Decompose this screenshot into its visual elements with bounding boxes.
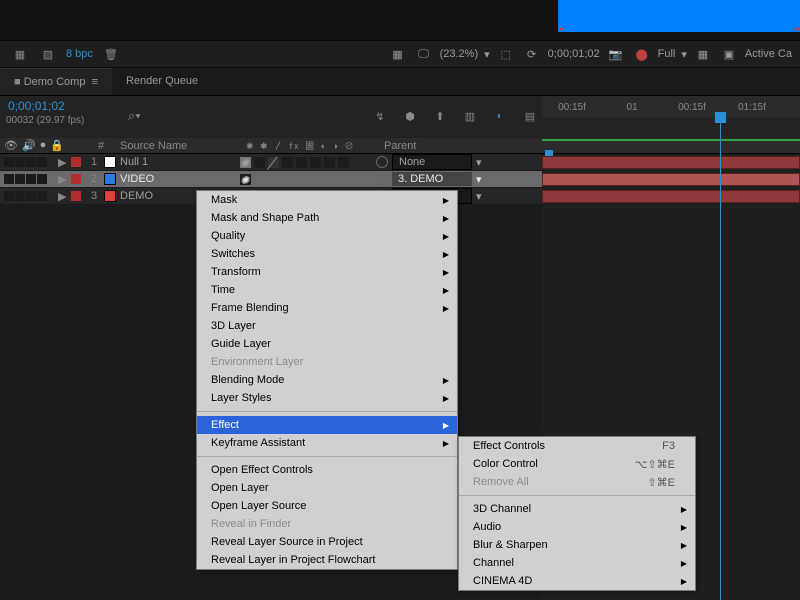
menu-item-reveal-layer-in-project-flowchart[interactable]: Reveal Layer in Project Flowchart bbox=[197, 551, 457, 569]
trash-icon[interactable]: 🗑 bbox=[101, 44, 121, 64]
menu-item-color-control[interactable]: Color Control⌥⇧⌘E bbox=[459, 455, 695, 473]
menu-item-layer-styles[interactable]: Layer Styles bbox=[197, 389, 457, 407]
menu-item-3d-channel[interactable]: 3D Channel bbox=[459, 500, 695, 518]
layer-color-swatch bbox=[104, 190, 116, 202]
layer-name[interactable]: Null 1 bbox=[120, 156, 240, 168]
playhead[interactable] bbox=[720, 118, 721, 600]
frame-blend-icon[interactable]: ▥ bbox=[460, 106, 480, 126]
shy-icon[interactable]: ⬆ bbox=[430, 106, 450, 126]
menu-item-open-layer[interactable]: Open Layer bbox=[197, 479, 457, 497]
speaker-icon: 🔊 bbox=[22, 139, 36, 152]
menu-item-quality[interactable]: Quality bbox=[197, 227, 457, 245]
view-icon[interactable]: ▦ bbox=[693, 44, 713, 64]
work-area-start[interactable] bbox=[545, 150, 553, 156]
timecode-display[interactable]: 0;00;01;02 bbox=[548, 48, 600, 60]
layer-row-2[interactable]: ▶ 2 VIDEO ✺ 3. DEMO▾ bbox=[0, 171, 542, 188]
bin-icon[interactable]: ▦ bbox=[10, 44, 30, 64]
parent-dropdown[interactable]: 3. DEMO bbox=[392, 172, 472, 186]
timeline-tools: ↯ ⬢ ⬆ ▥ ◐ ▤ bbox=[370, 106, 540, 126]
footer-toolbar: ▦ ▧ 8 bpc 🗑 ▦ 🖵 (23.2%) ▾ ⬚ ⟳ 0;00;01;02… bbox=[0, 40, 800, 68]
monitor-icon[interactable]: 🖵 bbox=[414, 44, 434, 64]
col-switches: ✺ ✱ 〳 fx 圕 ◐ ◑ ⊘ bbox=[246, 139, 384, 152]
comp-mini-icon[interactable]: ↯ bbox=[370, 106, 390, 126]
cached-frames-indicator bbox=[542, 139, 800, 141]
layer-bar-1[interactable] bbox=[542, 156, 800, 169]
preview-area bbox=[0, 0, 800, 40]
layer-bar-3[interactable] bbox=[542, 190, 800, 203]
menu-item-reveal-layer-source-in-project[interactable]: Reveal Layer Source in Project bbox=[197, 533, 457, 551]
menu-item-channel[interactable]: Channel bbox=[459, 554, 695, 572]
layer-row-1[interactable]: ▶ 1 Null 1 ✺╱ None▾ bbox=[0, 154, 542, 171]
menu-item-guide-layer[interactable]: Guide Layer bbox=[197, 335, 457, 353]
menu-item-mask-and-shape-path[interactable]: Mask and Shape Path bbox=[197, 209, 457, 227]
col-parent[interactable]: Parent bbox=[384, 140, 534, 152]
bpc-toggle[interactable]: 8 bpc bbox=[66, 48, 93, 60]
eye-icon: 👁 bbox=[4, 139, 18, 152]
draft3d-icon[interactable]: ⬢ bbox=[400, 106, 420, 126]
motion-blur-icon[interactable]: ◐ bbox=[490, 106, 510, 126]
layer-name[interactable]: VIDEO bbox=[120, 173, 240, 185]
menu-item-blur-sharpen[interactable]: Blur & Sharpen bbox=[459, 536, 695, 554]
time-ruler[interactable]: 00:15f0100:15f01:15f bbox=[542, 96, 800, 118]
graph-icon[interactable]: ▤ bbox=[520, 106, 540, 126]
layer-color-swatch bbox=[104, 173, 116, 185]
menu-item-cinema-4d[interactable]: CINEMA 4D bbox=[459, 572, 695, 590]
menu-item-environment-layer: Environment Layer bbox=[197, 353, 457, 371]
menu-item-blending-mode[interactable]: Blending Mode bbox=[197, 371, 457, 389]
current-time[interactable]: 0;00;01;02 bbox=[8, 99, 65, 113]
menu-item-effect[interactable]: Effect bbox=[197, 416, 457, 434]
effect-submenu: Effect ControlsF3Color Control⌥⇧⌘ERemove… bbox=[458, 436, 696, 591]
menu-item-mask[interactable]: Mask bbox=[197, 191, 457, 209]
camera-dropdown[interactable]: Active Ca bbox=[745, 48, 792, 60]
folder-icon[interactable]: ▧ bbox=[38, 44, 58, 64]
menu-item-open-layer-source[interactable]: Open Layer Source bbox=[197, 497, 457, 515]
menu-item-keyframe-assistant[interactable]: Keyframe Assistant bbox=[197, 434, 457, 452]
menu-item-frame-blending[interactable]: Frame Blending bbox=[197, 299, 457, 317]
timecode-icon[interactable]: ⟳ bbox=[522, 44, 542, 64]
solo-icon: ● bbox=[40, 139, 47, 152]
pickwhip-icon[interactable] bbox=[376, 156, 388, 168]
col-num: # bbox=[86, 140, 116, 152]
channels-icon[interactable]: ⬤ bbox=[632, 44, 652, 64]
pickwhip-icon[interactable] bbox=[376, 173, 388, 185]
frame-info: 00032 (29.97 fps) bbox=[6, 115, 84, 126]
preview-thumbnail bbox=[558, 0, 800, 32]
menu-item-remove-all: Remove All⇧⌘E bbox=[459, 473, 695, 491]
menu-item-audio[interactable]: Audio bbox=[459, 518, 695, 536]
resolution-dropdown[interactable]: Full bbox=[658, 48, 676, 60]
menu-item-reveal-in-finder: Reveal in Finder bbox=[197, 515, 457, 533]
menu-item-effect-controls[interactable]: Effect ControlsF3 bbox=[459, 437, 695, 455]
crop-icon[interactable]: ⬚ bbox=[496, 44, 516, 64]
timeline-panel-tabs: ■ Demo Comp ≡ Render Queue bbox=[0, 68, 800, 96]
mask-view-icon[interactable]: ▣ bbox=[719, 44, 739, 64]
menu-item-switches[interactable]: Switches bbox=[197, 245, 457, 263]
menu-item-open-effect-controls[interactable]: Open Effect Controls bbox=[197, 461, 457, 479]
layer-color-swatch bbox=[104, 156, 116, 168]
menu-item-transform[interactable]: Transform bbox=[197, 263, 457, 281]
col-source-name[interactable]: Source Name bbox=[116, 140, 246, 152]
layer-bar-2[interactable] bbox=[542, 173, 800, 186]
lock-icon: 🔒 bbox=[50, 139, 64, 152]
layer-context-menu: MaskMask and Shape PathQualitySwitchesTr… bbox=[196, 190, 458, 570]
parent-dropdown[interactable]: None bbox=[392, 154, 472, 170]
menu-item-3d-layer[interactable]: 3D Layer bbox=[197, 317, 457, 335]
tab-render-queue[interactable]: Render Queue bbox=[112, 68, 212, 95]
menu-item-time[interactable]: Time bbox=[197, 281, 457, 299]
search-icon[interactable]: ⌕▾ bbox=[128, 108, 141, 124]
grid-icon[interactable]: ▦ bbox=[388, 44, 408, 64]
tab-comp[interactable]: ■ Demo Comp ≡ bbox=[0, 68, 112, 95]
zoom-dropdown[interactable]: (23.2%) bbox=[440, 48, 479, 60]
snapshot-icon[interactable]: 📷 bbox=[606, 44, 626, 64]
